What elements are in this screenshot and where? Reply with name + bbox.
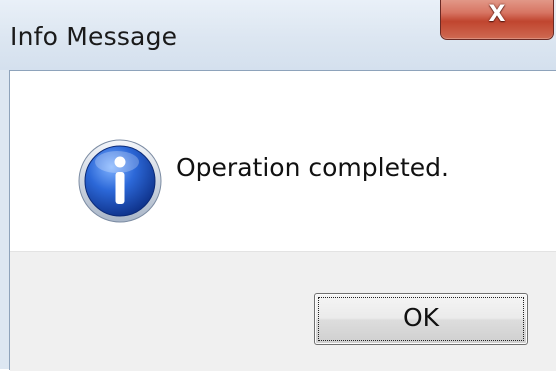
info-icon — [78, 139, 162, 223]
close-icon: X — [488, 2, 506, 27]
title-bar[interactable]: Info Message X — [0, 0, 556, 70]
ok-button[interactable]: OK — [314, 293, 528, 345]
message-area: Operation completed. — [10, 71, 556, 251]
info-message-dialog: Info Message X Operation completed. OK — [0, 0, 556, 371]
close-button[interactable]: X — [440, 0, 554, 40]
button-bar: OK — [10, 251, 556, 371]
message-text: Operation completed. — [176, 153, 449, 182]
dialog-body: Operation completed. OK — [9, 70, 556, 371]
window-title: Info Message — [10, 22, 178, 51]
ok-button-label: OK — [402, 303, 440, 332]
